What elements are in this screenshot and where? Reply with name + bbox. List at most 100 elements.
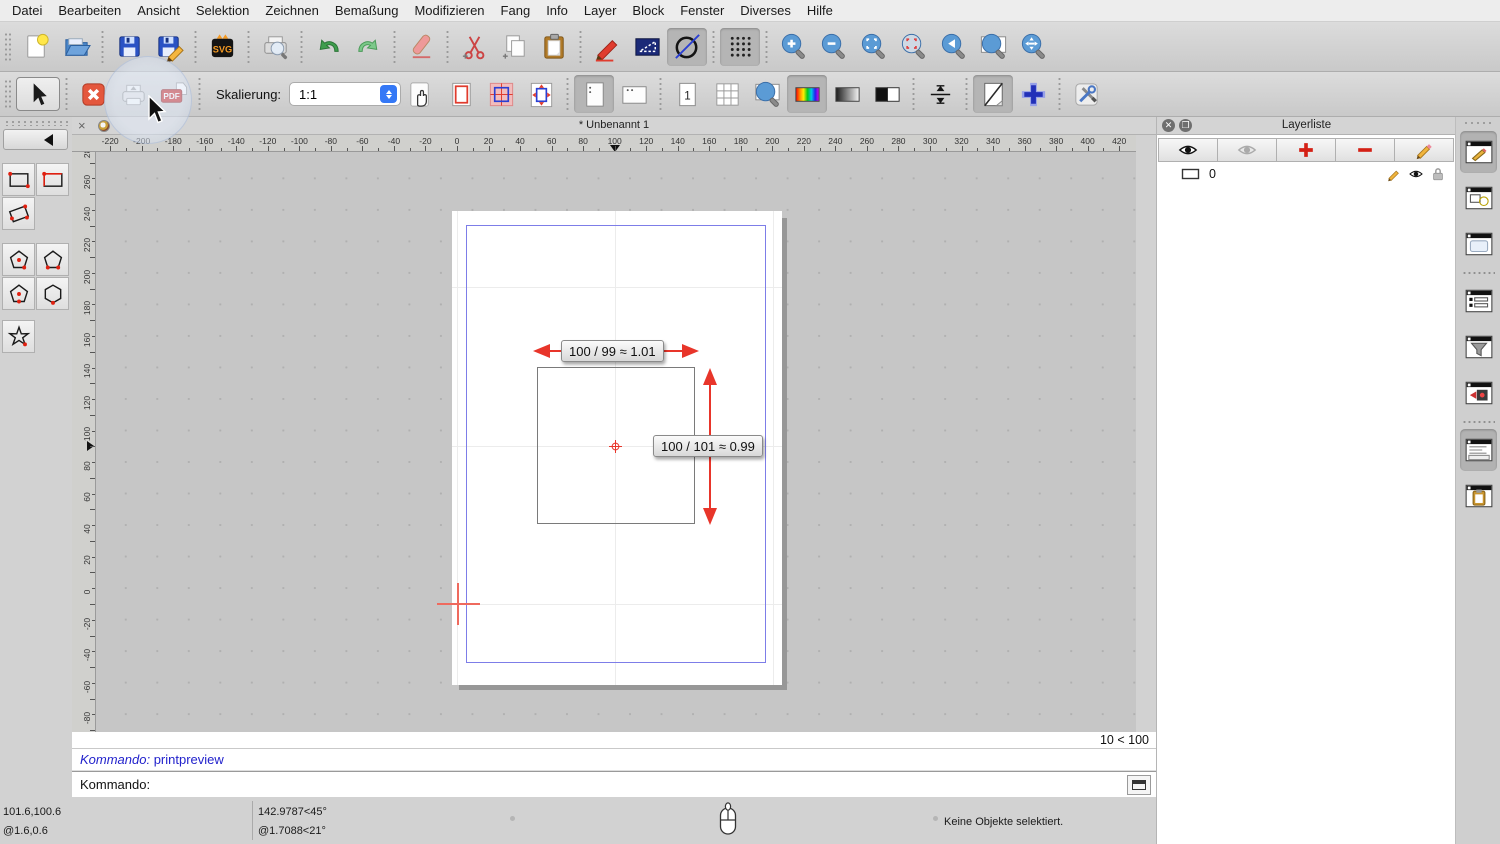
- ruler-tick: [567, 148, 568, 151]
- fixed-size-button[interactable]: [920, 75, 960, 113]
- menu-bemaung[interactable]: Bemaßung: [327, 0, 407, 22]
- page-border-button[interactable]: [441, 75, 481, 113]
- menu-info[interactable]: Info: [538, 0, 576, 22]
- multi-page-button[interactable]: [707, 75, 747, 113]
- redo-button[interactable]: [348, 28, 388, 66]
- ruler-tick: [90, 478, 95, 479]
- layer-visible-icon[interactable]: [1408, 166, 1424, 182]
- hide-all-layers-button[interactable]: [1217, 138, 1277, 162]
- menu-fenster[interactable]: Fenster: [672, 0, 732, 22]
- stepper-icon[interactable]: [380, 85, 397, 103]
- scale-select[interactable]: 1:1: [289, 82, 401, 106]
- toolbar-drag-handle[interactable]: [4, 32, 12, 62]
- crosshair-plus-button[interactable]: [1013, 75, 1053, 113]
- tool-polygon-center-corner-button[interactable]: [2, 243, 35, 276]
- show-all-layers-button[interactable]: [1158, 138, 1218, 162]
- ruler-tick: [92, 494, 95, 495]
- tool-rect-sides-button[interactable]: [36, 163, 69, 196]
- menu-bearbeiten[interactable]: Bearbeiten: [50, 0, 129, 22]
- entity-filter-window-button[interactable]: [1460, 326, 1497, 368]
- tiled-pages-button[interactable]: [481, 75, 521, 113]
- zoom-previous-button[interactable]: [933, 28, 973, 66]
- command-input-line[interactable]: Kommando:: [72, 771, 1156, 797]
- command-line-window-button[interactable]: [1460, 429, 1497, 471]
- polygon-sides-icon: [38, 279, 68, 309]
- pan-hand-button[interactable]: [401, 75, 441, 113]
- menu-layer[interactable]: Layer: [576, 0, 625, 22]
- toolbar-drag-handle[interactable]: [4, 79, 12, 109]
- zoom-in-button[interactable]: [773, 28, 813, 66]
- menu-modifizieren[interactable]: Modifizieren: [406, 0, 492, 22]
- dock-drag-handle[interactable]: [1463, 121, 1494, 126]
- menu-diverses[interactable]: Diverses: [732, 0, 799, 22]
- zoom-auto-button[interactable]: [853, 28, 893, 66]
- menu-selektion[interactable]: Selektion: [188, 0, 257, 22]
- open-file-button[interactable]: [56, 28, 96, 66]
- grid-dots-button[interactable]: [720, 28, 760, 66]
- preferences-button[interactable]: [1066, 75, 1106, 113]
- select-cursor-button[interactable]: [16, 77, 60, 111]
- close-preview-button[interactable]: [73, 75, 113, 113]
- blue-dimension-button[interactable]: [627, 28, 667, 66]
- tool-polygon-center-side-button[interactable]: [2, 277, 35, 310]
- zoom-out-button[interactable]: [813, 28, 853, 66]
- menu-ansicht[interactable]: Ansicht: [129, 0, 188, 22]
- tool-polygon-sides-button[interactable]: [36, 277, 69, 310]
- clipboard-window-button[interactable]: [1460, 475, 1497, 517]
- remove-layer-button[interactable]: [1335, 138, 1395, 162]
- edit-layer-button[interactable]: [1394, 138, 1454, 162]
- menu-datei[interactable]: Datei: [4, 0, 50, 22]
- palette-drag-handle[interactable]: [4, 120, 68, 126]
- svg-export-button[interactable]: SVG: [202, 28, 242, 66]
- cut-button[interactable]: [454, 28, 494, 66]
- color-mode-button[interactable]: [787, 75, 827, 113]
- add-layer-button[interactable]: [1276, 138, 1336, 162]
- library-browser-window-button[interactable]: [1460, 223, 1497, 265]
- scale-value: 1:1: [299, 87, 317, 102]
- portrait-button[interactable]: [574, 75, 614, 113]
- single-page-button[interactable]: 1: [667, 75, 707, 113]
- red-pencil-button[interactable]: [587, 28, 627, 66]
- command-list-window-button[interactable]: [1460, 280, 1497, 322]
- circle-slash-button[interactable]: [667, 28, 707, 66]
- zoom-window-button[interactable]: [973, 28, 1013, 66]
- menu-hilfe[interactable]: Hilfe: [799, 0, 841, 22]
- pdf-export-button[interactable]: PDF: [153, 75, 193, 113]
- printer-button[interactable]: [113, 75, 153, 113]
- layer-lock-icon[interactable]: [1430, 166, 1446, 182]
- eraser-button[interactable]: [401, 28, 441, 66]
- ruler-tick: [92, 399, 95, 400]
- fit-page-button[interactable]: [521, 75, 561, 113]
- copy-button[interactable]: [494, 28, 534, 66]
- zoom-pan-button[interactable]: [1013, 28, 1053, 66]
- save-button[interactable]: [109, 28, 149, 66]
- back-button[interactable]: [3, 129, 68, 150]
- zoom-page-button[interactable]: [747, 75, 787, 113]
- zoom-selected-button[interactable]: [893, 28, 933, 66]
- drawing-canvas[interactable]: 100 / 99 ≈ 1.01 100 / 101 ≈ 0.99: [96, 152, 1136, 732]
- undo-button[interactable]: [308, 28, 348, 66]
- save-as-button[interactable]: [149, 28, 189, 66]
- tool-rect-corners-button[interactable]: [2, 163, 35, 196]
- grayscale-mode-button[interactable]: [827, 75, 867, 113]
- origin-crosshair: [437, 603, 480, 605]
- tool-rect-rotated-button[interactable]: [2, 197, 35, 230]
- menu-block[interactable]: Block: [624, 0, 672, 22]
- tool-star-button[interactable]: [2, 320, 35, 353]
- menu-fang[interactable]: Fang: [493, 0, 539, 22]
- new-document-button[interactable]: [16, 28, 56, 66]
- blackwhite-mode-button[interactable]: [867, 75, 907, 113]
- sheet-settings-button[interactable]: [973, 75, 1013, 113]
- layer-list-window-icon: [1464, 139, 1494, 165]
- layer-edit-icon[interactable]: [1386, 166, 1402, 182]
- block-list-window-button[interactable]: [1460, 177, 1497, 219]
- tool-polygon-corners-button[interactable]: [36, 243, 69, 276]
- detach-command-line-button[interactable]: [1127, 775, 1151, 795]
- landscape-button[interactable]: [614, 75, 654, 113]
- layer-list-window-button[interactable]: [1460, 131, 1497, 173]
- print-preview-button[interactable]: [255, 28, 295, 66]
- layer-row[interactable]: 0: [1159, 164, 1454, 184]
- projection-window-button[interactable]: [1460, 372, 1497, 414]
- paste-button[interactable]: [534, 28, 574, 66]
- menu-zeichnen[interactable]: Zeichnen: [257, 0, 326, 22]
